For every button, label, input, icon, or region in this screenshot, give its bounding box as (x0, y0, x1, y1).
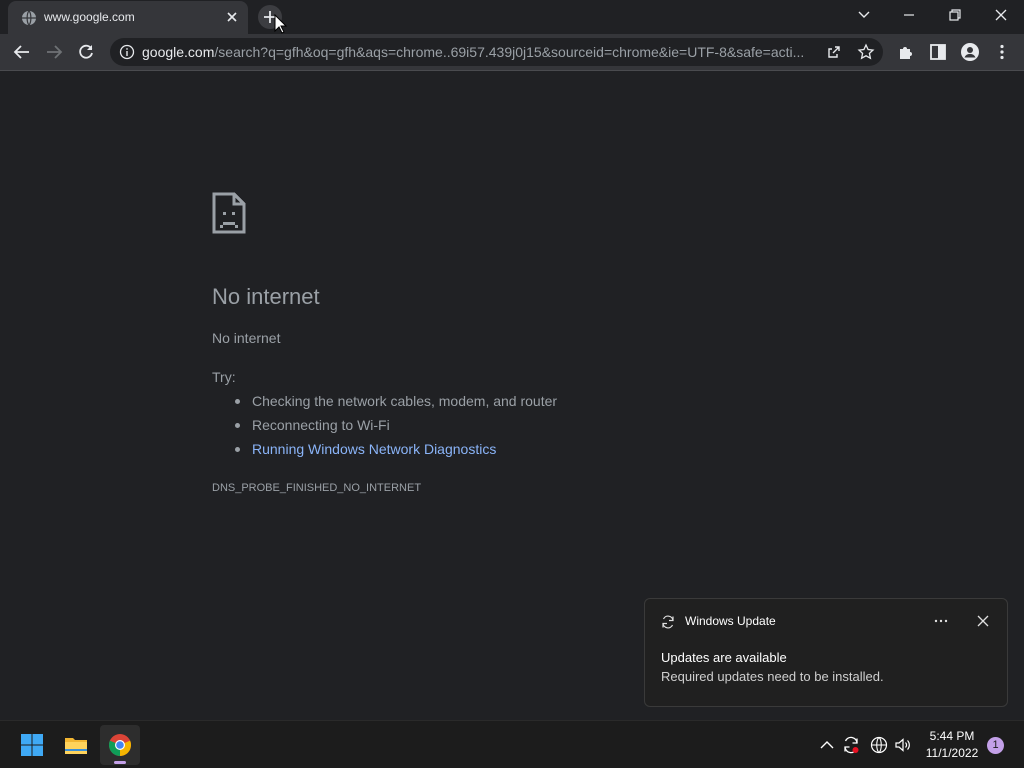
chrome-menu-button[interactable] (990, 40, 1014, 64)
reload-icon (79, 44, 93, 59)
star-icon[interactable] (857, 43, 875, 61)
suggestion-list: Checking the network cables, modem, and … (232, 392, 557, 464)
try-label: Try: (212, 369, 236, 385)
file-explorer-icon (65, 738, 87, 754)
url-host: google.com (142, 44, 215, 60)
side-panel-button[interactable] (926, 40, 950, 64)
minimize-icon (904, 14, 914, 16)
restore-button[interactable] (941, 4, 969, 26)
clock-time[interactable]: 5:44 PM (920, 729, 984, 743)
chevron-down-icon (858, 11, 870, 18)
side-panel-icon (930, 44, 946, 60)
close-window-button[interactable] (987, 4, 1015, 26)
error-subtitle: No internet (212, 330, 281, 346)
restore-icon (949, 9, 961, 21)
windows-update-notification[interactable]: Windows Update Updates are available Req… (644, 598, 1008, 707)
error-code: DNS_PROBE_FINISHED_NO_INTERNET (212, 482, 422, 494)
sync-icon (662, 615, 674, 629)
back-icon (13, 45, 29, 59)
error-title: No internet (212, 284, 320, 309)
notification-app-name: Windows Update (685, 614, 776, 628)
start-button[interactable] (12, 725, 52, 765)
minimize-button[interactable] (895, 4, 923, 26)
network-diagnostics-link[interactable]: Running Windows Network Diagnostics (232, 440, 557, 464)
share-icon[interactable] (825, 43, 843, 61)
notification-count-badge[interactable]: 1 (987, 737, 1004, 754)
forward-button[interactable] (42, 40, 66, 64)
info-icon[interactable] (119, 44, 135, 60)
chevron-up-icon[interactable] (818, 736, 836, 754)
more-options-icon[interactable] (931, 611, 951, 631)
menu-icon (1000, 44, 1004, 60)
url-text[interactable]: google.com/search?q=gfh&oq=gfh&aqs=chrom… (142, 44, 822, 62)
sad-page-icon (212, 192, 246, 234)
address-bar[interactable]: google.com/search?q=gfh&oq=gfh&aqs=chrom… (110, 38, 883, 66)
mouse-cursor-icon (274, 14, 288, 34)
volume-icon[interactable] (894, 736, 912, 754)
suggestion-reconnect-wifi: Reconnecting to Wi-Fi (232, 416, 557, 440)
close-icon[interactable] (973, 611, 993, 631)
profile-button[interactable] (958, 40, 982, 64)
tab-title: www.google.com (44, 10, 135, 24)
chrome-taskbar-button[interactable] (100, 725, 140, 765)
taskbar: 5:44 PM 11/1/2022 1 (0, 720, 1024, 768)
file-explorer-button[interactable] (56, 725, 96, 765)
notification-title: Updates are available (661, 650, 787, 665)
forward-icon (47, 45, 63, 59)
active-app-indicator (114, 761, 126, 764)
suggestion-check-cables: Checking the network cables, modem, and … (232, 392, 557, 416)
close-icon[interactable] (224, 9, 240, 25)
notification-body: Required updates need to be installed. (661, 669, 884, 684)
globe-icon (22, 10, 36, 26)
chrome-icon (108, 734, 132, 756)
extensions-button[interactable] (894, 40, 918, 64)
network-globe-icon[interactable] (870, 736, 888, 754)
windows-start-icon (21, 734, 43, 756)
url-path: /search?q=gfh&oq=gfh&aqs=chrome..69i57.4… (214, 44, 805, 60)
browser-tab[interactable]: www.google.com (8, 1, 248, 34)
close-icon (995, 9, 1007, 21)
sync-update-icon[interactable] (842, 736, 860, 754)
browser-toolbar: google.com/search?q=gfh&oq=gfh&aqs=chrom… (0, 34, 1024, 71)
clock-date[interactable]: 11/1/2022 (920, 746, 984, 760)
extensions-icon (900, 47, 912, 59)
reload-button[interactable] (74, 40, 98, 64)
back-button[interactable] (10, 40, 34, 64)
profile-icon (961, 43, 979, 61)
tab-search-button[interactable] (850, 4, 878, 26)
tab-strip: www.google.com (0, 0, 1024, 34)
